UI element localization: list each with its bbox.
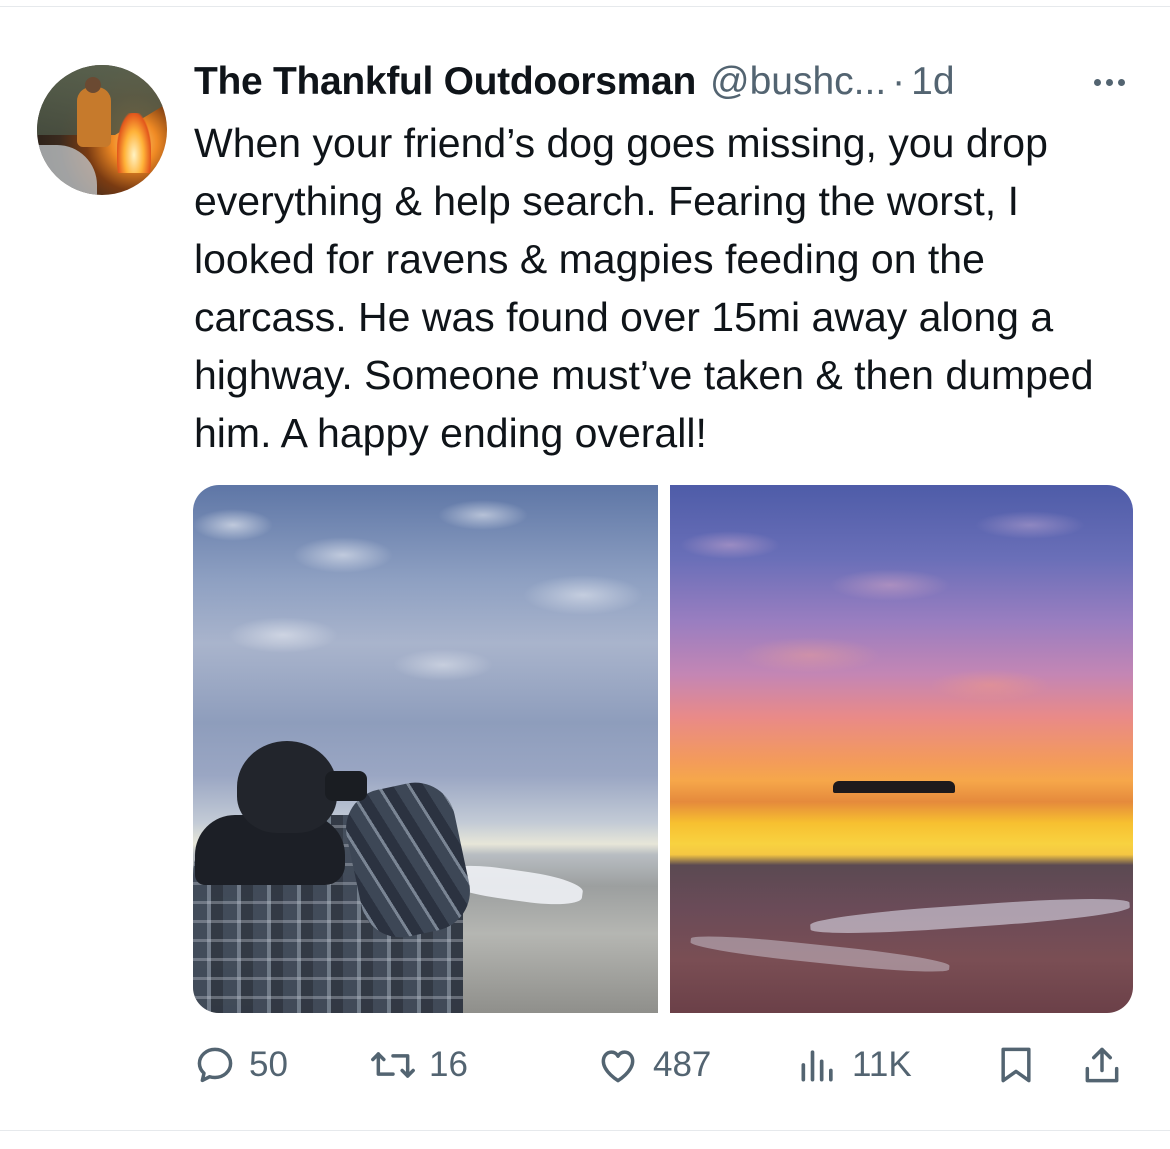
man-knit-cap (237, 741, 337, 833)
photo-snow-streak (809, 893, 1131, 939)
like-button[interactable]: 487 (595, 1038, 711, 1092)
share-button[interactable] (1080, 1038, 1124, 1092)
retweet-icon (371, 1052, 415, 1078)
binoculars (325, 771, 367, 801)
display-name[interactable]: The Thankful Outdoorsman (194, 60, 696, 104)
photo-tree-line (833, 781, 955, 793)
views-button[interactable]: 11K (796, 1038, 912, 1092)
views-count: 11K (852, 1045, 912, 1084)
timestamp[interactable]: 1d (911, 60, 954, 104)
photo-clouds (193, 485, 658, 725)
avatar[interactable] (37, 65, 167, 195)
photo-divider (658, 485, 670, 1013)
like-count: 487 (653, 1045, 712, 1084)
user-handle[interactable]: @bushc... (710, 60, 886, 104)
bookmark-icon (1001, 1047, 1031, 1083)
more-dot (1093, 78, 1101, 86)
tweet-text: When your friend’s dog goes missing, you… (194, 120, 1094, 456)
reply-count: 50 (249, 1045, 288, 1084)
more-dot (1105, 78, 1113, 86)
more-dot (1117, 78, 1125, 86)
retweet-button[interactable]: 16 (369, 1038, 468, 1092)
avatar-snow (37, 145, 97, 195)
photo-prairie-sunset[interactable] (670, 485, 1133, 1013)
photo-man-with-binoculars[interactable] (193, 485, 658, 1013)
photo-sunset-clouds (670, 485, 1133, 735)
views-icon (801, 1050, 833, 1082)
top-divider (0, 6, 1170, 7)
reply-icon (197, 1047, 233, 1083)
avatar-person (77, 87, 111, 147)
tweet-header: The Thankful Outdoorsman @bushc... · 1d (194, 58, 1134, 106)
reply-button[interactable]: 50 (193, 1038, 288, 1092)
retweet-count: 16 (429, 1045, 468, 1084)
avatar-person-head (85, 77, 101, 93)
action-bar: 50 16 487 11K (193, 1038, 1133, 1092)
photo-snow-streak (689, 931, 951, 977)
heart-icon (601, 1050, 635, 1083)
media-grid (193, 485, 1133, 1013)
share-icon (1085, 1047, 1119, 1083)
bottom-divider (0, 1130, 1170, 1131)
separator-dot: · (892, 60, 906, 103)
more-options-icon[interactable] (1087, 62, 1131, 102)
avatar-campfire (117, 113, 151, 173)
bookmark-button[interactable] (994, 1038, 1038, 1092)
